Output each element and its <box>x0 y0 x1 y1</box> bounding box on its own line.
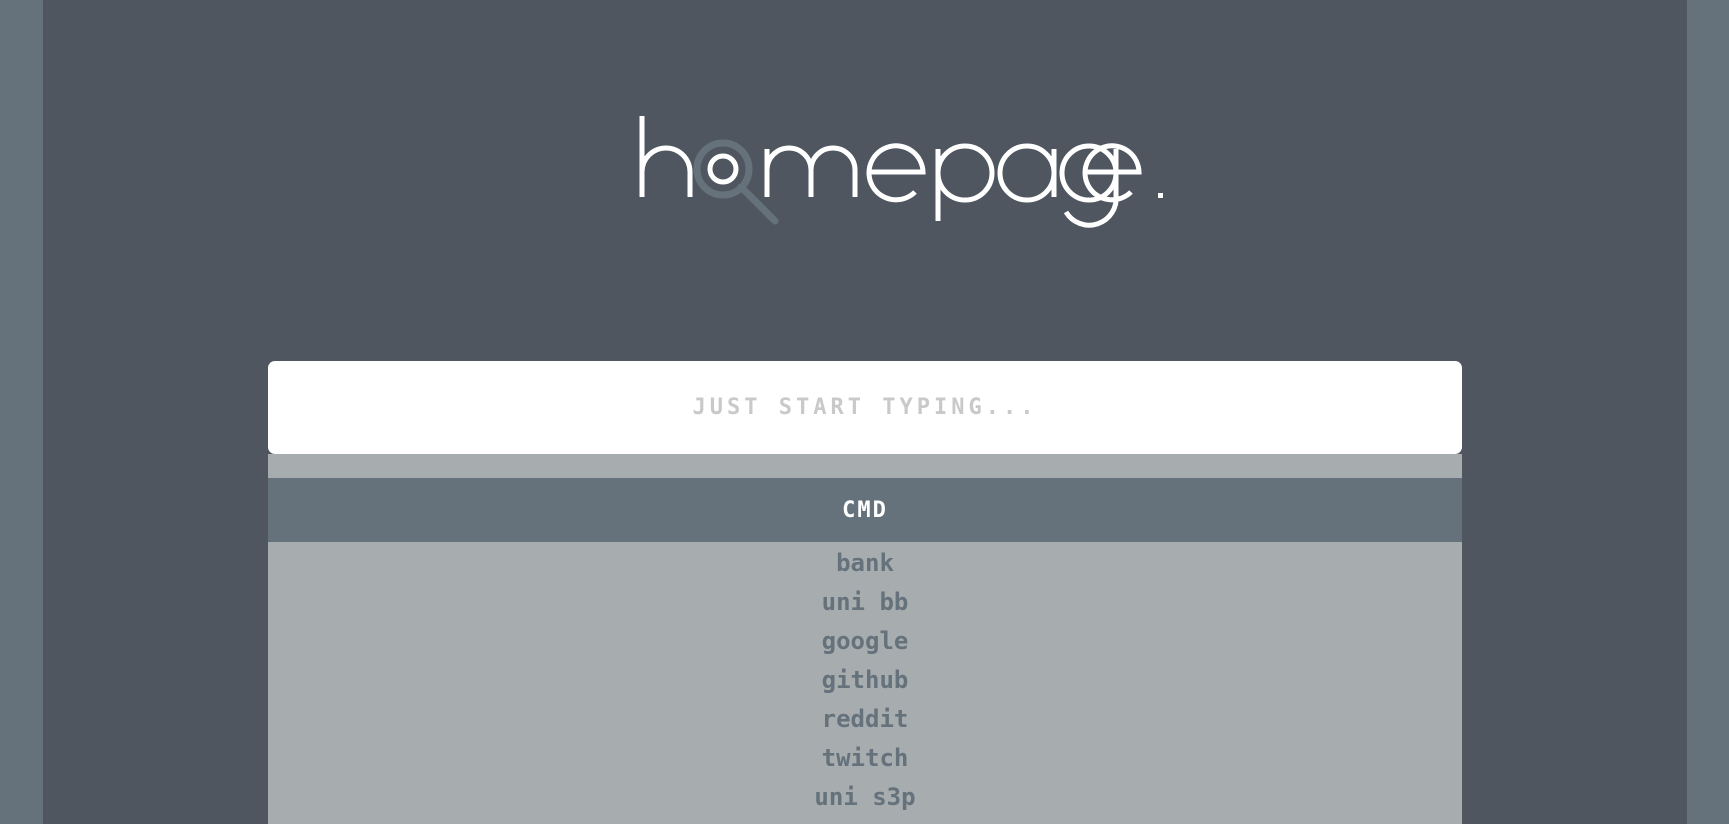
search-input[interactable] <box>268 360 1462 455</box>
section-header-cmd: CMD <box>268 478 1462 542</box>
command-item-partial[interactable]: ri... <box>268 815 1462 824</box>
command-item-uni-s3p[interactable]: uni s3p <box>268 776 1462 815</box>
command-item-bank[interactable]: bank <box>268 542 1462 581</box>
command-item-reddit[interactable]: reddit <box>268 698 1462 737</box>
homepage-logo <box>639 116 1163 228</box>
page-background: CMD bank uni bb google github reddit twi… <box>43 0 1687 824</box>
command-item-google[interactable]: google <box>268 620 1462 659</box>
command-item-twitch[interactable]: twitch <box>268 737 1462 776</box>
command-list: bank uni bb google github reddit twitch … <box>268 542 1462 824</box>
results-panel: CMD bank uni bb google github reddit twi… <box>268 454 1462 824</box>
search-box[interactable] <box>268 360 1462 455</box>
command-item-uni-bb[interactable]: uni bb <box>268 581 1462 620</box>
command-item-github[interactable]: github <box>268 659 1462 698</box>
